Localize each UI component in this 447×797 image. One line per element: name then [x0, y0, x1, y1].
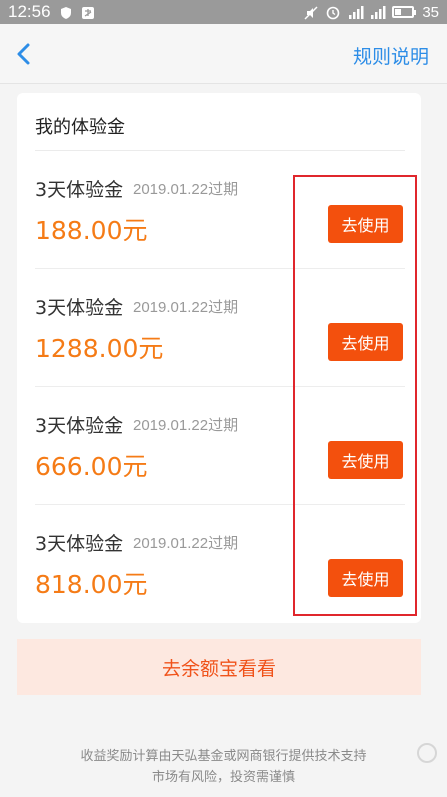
- card-title: 我的体验金: [35, 117, 125, 138]
- chevron-left-icon: [8, 43, 42, 75]
- fund-amount: 1288.00元: [35, 334, 164, 363]
- payment-app-icon: [81, 5, 95, 19]
- annotation-highlight-box: [293, 175, 417, 616]
- fund-amount: 666.00元: [35, 452, 148, 481]
- watermark-logo: [417, 743, 437, 763]
- go-yuebao-button[interactable]: 去余额宝看看: [17, 639, 421, 695]
- fund-amount: 188.00元: [35, 216, 148, 245]
- footer-disclaimer-line1: 收益奖励计算由天弘基金或网商银行提供技术支持: [80, 749, 367, 764]
- fund-expiry: 2019.01.22过期: [133, 417, 239, 434]
- fund-expiry: 2019.01.22过期: [133, 535, 239, 552]
- battery-icon: [392, 6, 417, 18]
- signal-icon-2: [370, 5, 386, 19]
- fund-expiry: 2019.01.22过期: [133, 181, 239, 198]
- fund-name: 3天体验金: [35, 415, 124, 437]
- shield-icon: [59, 5, 73, 19]
- fund-name: 3天体验金: [35, 297, 124, 319]
- nav-bar: 规则说明: [0, 24, 447, 84]
- fund-name: 3天体验金: [35, 179, 124, 201]
- fund-expiry: 2019.01.22过期: [133, 299, 239, 316]
- fund-name: 3天体验金: [35, 533, 124, 555]
- signal-icon: [348, 5, 364, 19]
- watermark-icon: [417, 743, 437, 763]
- battery-percentage: 35: [422, 3, 439, 21]
- status-bar: 12:56 35: [0, 0, 447, 24]
- back-button[interactable]: [8, 37, 42, 71]
- fund-amount: 818.00元: [35, 570, 148, 599]
- status-time: 12:56: [8, 2, 51, 21]
- footer-disclaimer-line2: 市场有风险，投资需谨慎: [151, 770, 295, 785]
- alarm-icon: [326, 5, 340, 20]
- mute-icon: [304, 5, 318, 20]
- rules-link[interactable]: 规则说明: [353, 42, 429, 69]
